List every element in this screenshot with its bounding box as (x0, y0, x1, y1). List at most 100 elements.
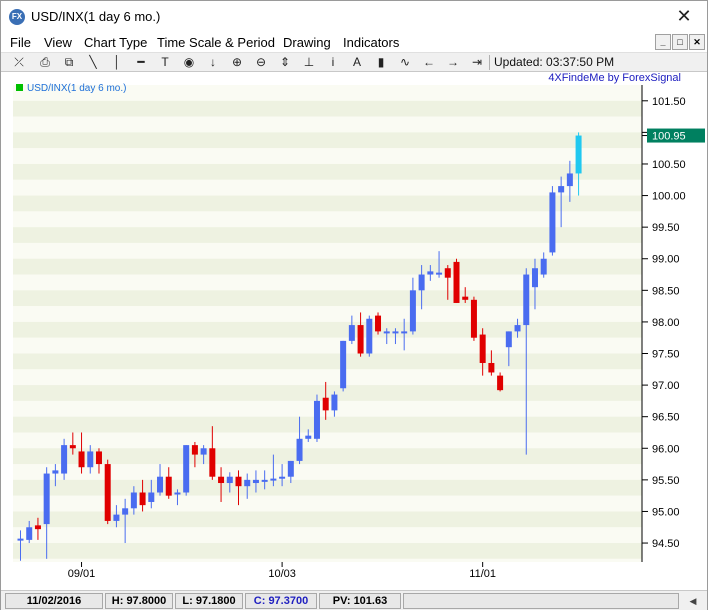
candle-body[interactable] (418, 274, 425, 291)
vertical-line-icon[interactable]: │ (107, 54, 127, 71)
arrow-down-icon[interactable]: ↓ (203, 54, 223, 71)
menu-drawing[interactable]: Drawing (283, 35, 331, 50)
candle-body[interactable] (540, 258, 547, 275)
mdi-close-button[interactable]: ✕ (689, 34, 705, 50)
candle-body[interactable] (261, 479, 268, 482)
trend-line-icon[interactable]: ╲ (83, 54, 103, 71)
menu-file[interactable]: File (10, 35, 31, 50)
candle-body[interactable] (575, 135, 582, 174)
candle-body[interactable] (523, 274, 530, 326)
target-icon[interactable]: ◉ (179, 54, 199, 71)
candle-body[interactable] (558, 186, 565, 193)
candle-body[interactable] (366, 318, 373, 354)
price-chart[interactable]: 101.50101.00100.50100.0099.5099.0098.509… (1, 72, 707, 590)
fit-height-icon[interactable]: ⇕ (275, 54, 295, 71)
candle-body[interactable] (488, 362, 495, 373)
candle-body[interactable] (436, 272, 443, 275)
candle-body[interactable] (505, 331, 512, 348)
candle-body[interactable] (52, 470, 59, 474)
line-chart-icon[interactable]: ∿ (395, 54, 415, 71)
menu-chart-type[interactable]: Chart Type (84, 35, 147, 50)
candle-body[interactable] (270, 478, 277, 481)
y-tick-label: 95.00 (652, 506, 680, 518)
candle-body[interactable] (148, 492, 155, 502)
candle-body[interactable] (313, 400, 320, 439)
candle-body[interactable] (322, 397, 329, 411)
candle-body[interactable] (87, 451, 94, 468)
scroll-end-icon[interactable]: ⇥ (467, 54, 487, 71)
candle-body[interactable] (340, 340, 347, 389)
zoom-in-icon[interactable]: ⊕ (227, 54, 247, 71)
candle-body[interactable] (409, 290, 416, 332)
scroll-right-icon[interactable]: → (443, 54, 463, 71)
zoom-out-icon[interactable]: ⊖ (251, 54, 271, 71)
candle-body[interactable] (383, 331, 390, 334)
title-bar[interactable]: FX USD/INX(1 day 6 mo.) ✕ (1, 1, 707, 32)
candle-body[interactable] (453, 261, 460, 303)
candle-body[interactable] (470, 299, 477, 338)
candle-body[interactable] (279, 476, 286, 479)
zoom-extent-icon[interactable]: ⤫ (9, 54, 29, 71)
scroll-left-button[interactable]: ◀ (681, 594, 705, 609)
candle-body[interactable] (165, 476, 172, 496)
candle-body[interactable] (348, 325, 355, 341)
candle-body[interactable] (331, 394, 338, 411)
candle-body[interactable] (244, 479, 251, 487)
candle-body[interactable] (296, 438, 303, 461)
candle-body[interactable] (183, 445, 190, 493)
candle-body[interactable] (78, 451, 85, 468)
candle-body[interactable] (139, 492, 146, 506)
candle-body[interactable] (444, 268, 451, 278)
baseline-icon[interactable]: ⊥ (299, 54, 319, 71)
candle-body[interactable] (130, 492, 137, 509)
candle-body[interactable] (113, 514, 120, 521)
candle-body[interactable] (497, 375, 504, 391)
mdi-restore-button[interactable]: □ (672, 34, 688, 50)
candle-body[interactable] (26, 527, 33, 540)
print-icon[interactable]: ⎙ (35, 54, 55, 71)
candle-body[interactable] (514, 325, 521, 332)
candle-body[interactable] (200, 448, 207, 455)
candle-body[interactable] (104, 464, 111, 521)
candle-body[interactable] (401, 331, 408, 334)
horizontal-line-icon[interactable]: ━ (131, 54, 151, 71)
scroll-left-icon[interactable]: ← (419, 54, 439, 71)
bar-chart-icon[interactable]: ▮ (371, 54, 391, 71)
candle-body[interactable] (95, 451, 102, 465)
candle-body[interactable] (462, 296, 469, 300)
candle-body[interactable] (287, 460, 294, 477)
candle-body[interactable] (209, 448, 216, 477)
candle-body[interactable] (252, 479, 259, 484)
candle-body[interactable] (479, 334, 486, 363)
candle-body[interactable] (531, 268, 538, 288)
mdi-minimize-button[interactable]: _ (655, 34, 671, 50)
candle-body[interactable] (226, 476, 233, 484)
candle-body[interactable] (305, 435, 312, 439)
candle-body[interactable] (157, 476, 164, 493)
candle-body[interactable] (17, 538, 24, 541)
candle-body[interactable] (549, 192, 556, 253)
chart-area[interactable]: 101.50101.00100.50100.0099.5099.0098.509… (1, 72, 707, 590)
candle-body[interactable] (235, 476, 242, 487)
menu-time-scale-period[interactable]: Time Scale & Period (157, 35, 275, 50)
copy-icon[interactable]: ⧉ (59, 54, 79, 71)
candle-body[interactable] (357, 325, 364, 354)
info-icon[interactable]: i (323, 54, 343, 71)
candle-body[interactable] (191, 445, 198, 455)
menu-indicators[interactable]: Indicators (343, 35, 399, 50)
candle-body[interactable] (218, 476, 225, 484)
menu-view[interactable]: View (44, 35, 72, 50)
candle-body[interactable] (392, 331, 399, 334)
candle-body[interactable] (427, 271, 434, 275)
candle-body[interactable] (34, 525, 41, 530)
text-tool-icon[interactable]: T (155, 54, 175, 71)
candle-body[interactable] (566, 173, 573, 187)
candle-body[interactable] (43, 473, 50, 525)
candle-body[interactable] (69, 445, 76, 449)
candle-body[interactable] (122, 508, 129, 515)
close-button[interactable]: ✕ (661, 1, 707, 32)
candle-body[interactable] (61, 445, 68, 474)
candle-body[interactable] (174, 492, 181, 495)
candle-body[interactable] (375, 315, 382, 332)
text-a-icon[interactable]: A (347, 54, 367, 71)
